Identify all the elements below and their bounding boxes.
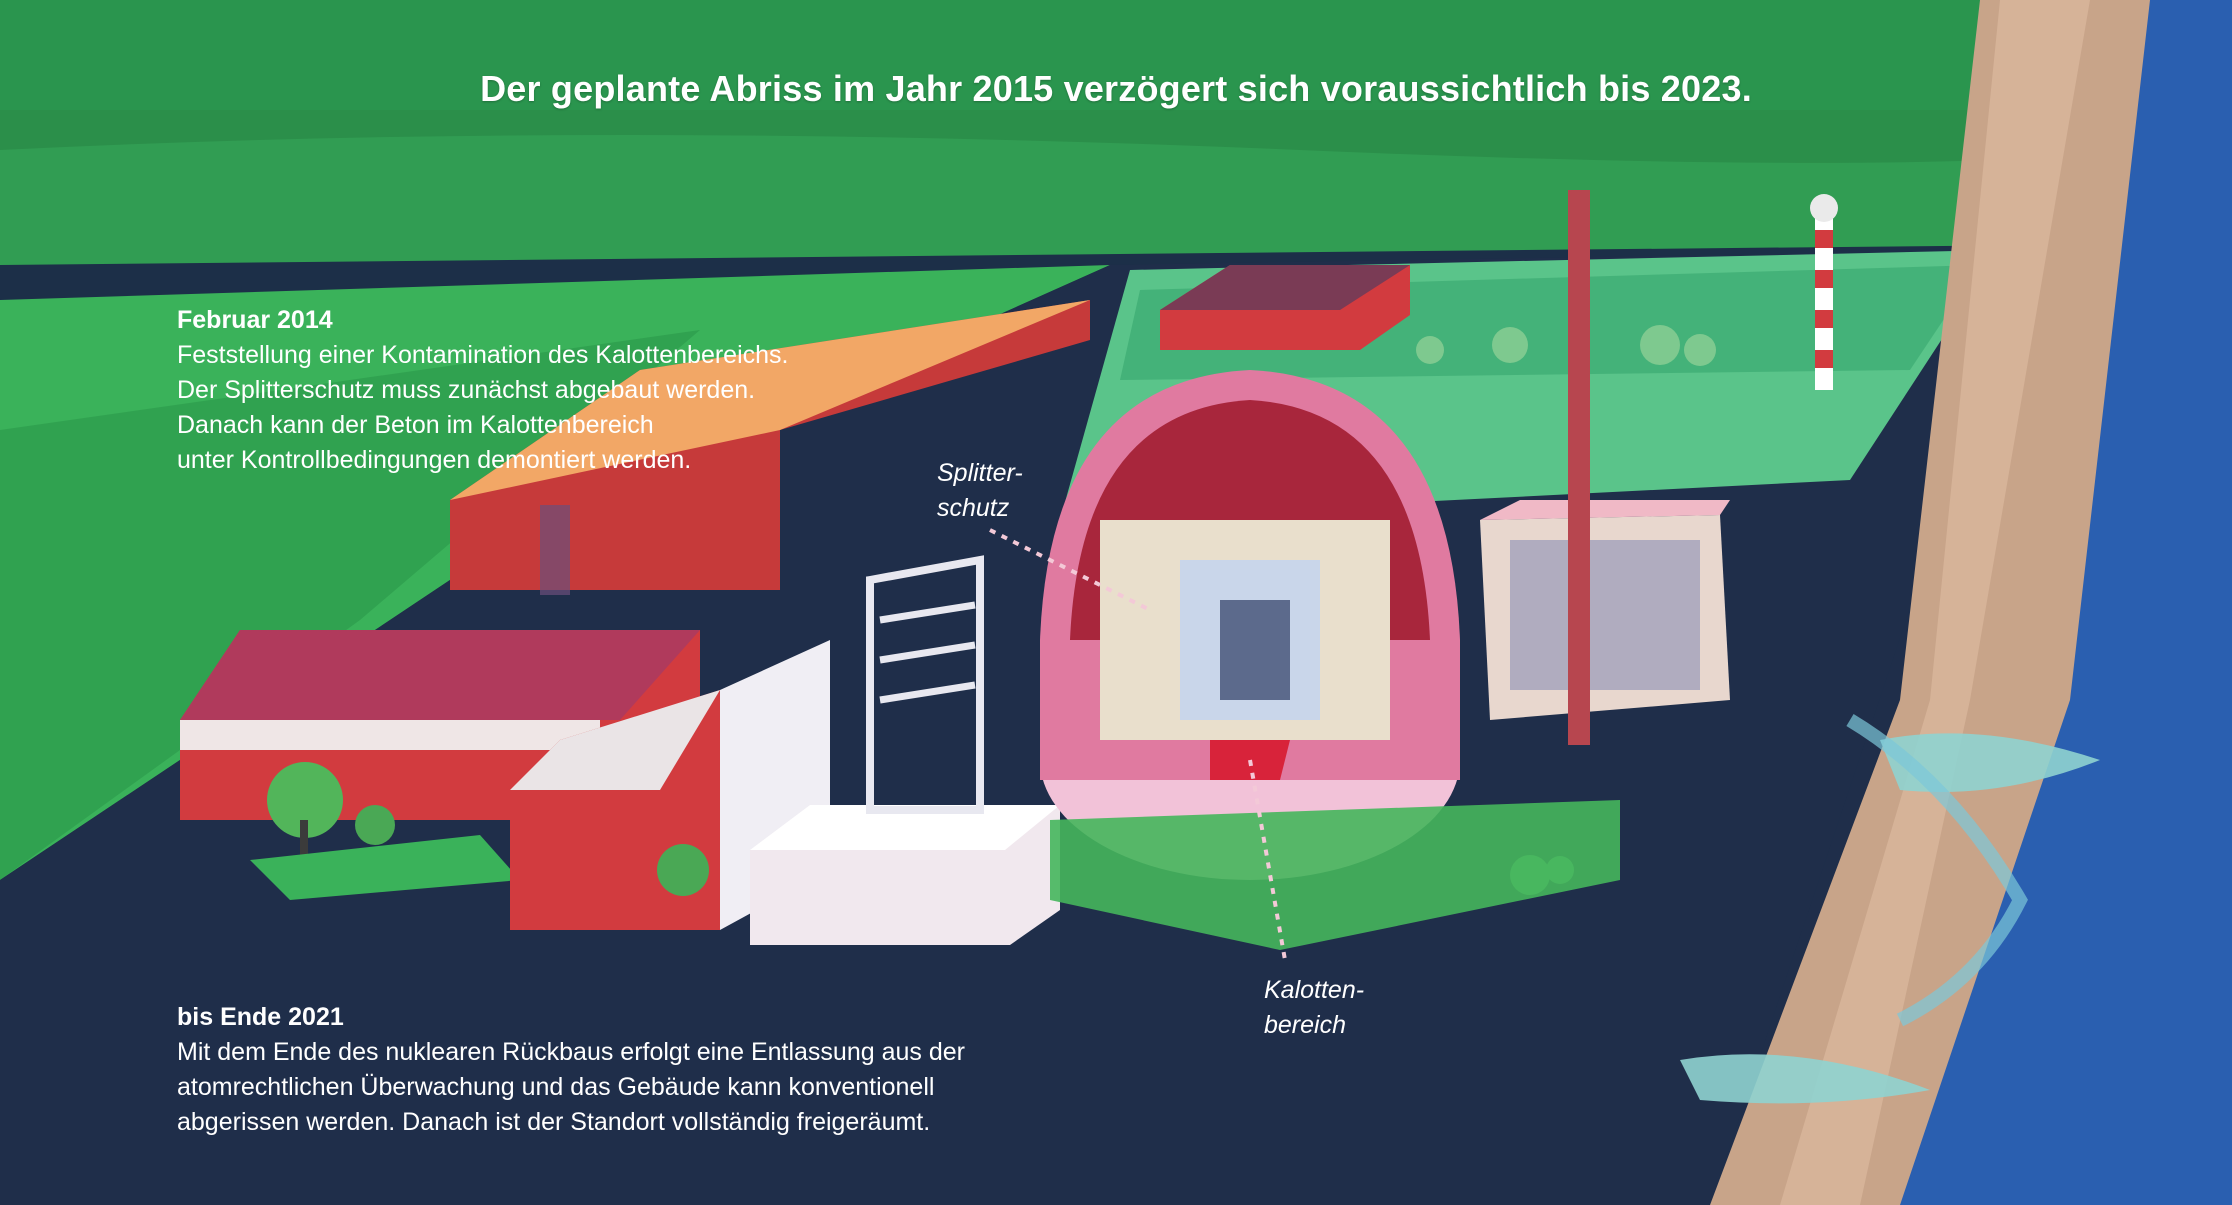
callout-line: Splitter-: [937, 459, 1023, 487]
timeline-entry-2014: Februar 2014 Feststellung einer Kontamin…: [177, 303, 788, 478]
callout-kalottenbereich: Kalotten- bereich: [1264, 973, 1364, 1043]
entry-text-line: Der Splitterschutz muss zunächst abgebau…: [177, 376, 756, 404]
callout-line: schutz: [937, 494, 1010, 522]
chimney: [1568, 190, 1590, 745]
entry-text-line: unter Kontrollbedingungen demontiert wer…: [177, 446, 692, 474]
entry-date: Februar 2014: [177, 306, 333, 334]
infographic: Der geplante Abriss im Jahr 2015 verzöge…: [0, 0, 2232, 1205]
callout-splitterschutz: Splitter- schutz: [937, 456, 1023, 526]
timeline-entry-2021: bis Ende 2021 Mit dem Ende des nuklearen…: [177, 1000, 965, 1140]
entry-text-line: abgerissen werden. Danach ist der Stando…: [177, 1108, 931, 1136]
entry-text-line: atomrechtlichen Überwachung und das Gebä…: [177, 1073, 935, 1101]
entry-text-line: Danach kann der Beton im Kalottenbereich: [177, 411, 654, 439]
entry-date: bis Ende 2021: [177, 1003, 344, 1031]
headline: Der geplante Abriss im Jahr 2015 verzöge…: [480, 68, 1752, 109]
callout-line: Kalotten-: [1264, 976, 1365, 1004]
callout-line: bereich: [1264, 1011, 1346, 1039]
entry-text-line: Mit dem Ende des nuklearen Rückbaus erfo…: [177, 1038, 965, 1066]
entry-text-line: Feststellung einer Kontamination des Kal…: [177, 341, 789, 369]
